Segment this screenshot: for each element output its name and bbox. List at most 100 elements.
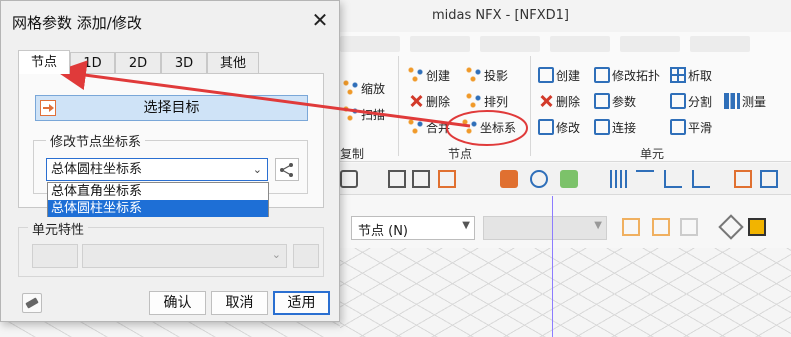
render-mode-icon[interactable] (438, 170, 456, 188)
ribbon-btn-sweep[interactable]: 扫描 (343, 103, 385, 125)
display-icon[interactable] (500, 170, 518, 188)
select-mode-icon[interactable] (680, 218, 698, 236)
ribbon-tab[interactable] (550, 36, 610, 52)
color-icon[interactable] (560, 170, 578, 188)
ribbon-btn-label: 参数 (612, 94, 637, 109)
coord-group-title: 修改节点坐标系 (46, 131, 146, 150)
ribbon-btn-label: 连接 (612, 120, 637, 135)
ribbon-btn-node-create[interactable]: 创建 (408, 64, 450, 86)
dialog-title: 网格参数 添加/修改 (12, 14, 142, 32)
arrange-icon (466, 93, 482, 109)
ribbon-group-label-node: 节点 (448, 147, 473, 161)
coord-system-combo-value: 总体圆柱坐标系 (51, 162, 143, 177)
global-axis-g-icon[interactable] (692, 170, 710, 188)
ribbon-tab[interactable] (690, 36, 750, 52)
eraser-icon[interactable] (22, 293, 42, 313)
modify-topology-icon (594, 67, 610, 83)
cancel-button[interactable]: 取消 (211, 291, 268, 315)
sweep-icon (343, 106, 359, 122)
ribbon-btn-merge[interactable]: 合并 (408, 116, 450, 138)
ribbon-btn-zoom[interactable]: 缩放 (343, 77, 385, 99)
tab-3d[interactable]: 3D (161, 52, 207, 74)
axis-line (552, 196, 553, 337)
modify-icon (538, 119, 554, 135)
select-mode-icon[interactable] (622, 218, 640, 236)
ribbon-btn-connect[interactable]: 连接 (594, 116, 636, 138)
refresh-icon[interactable] (530, 170, 548, 188)
tab-node[interactable]: 节点 (18, 50, 70, 74)
ribbon-btn-label: 测量 (742, 94, 767, 109)
model-viewport[interactable] (330, 248, 791, 337)
node-delete-icon (408, 93, 424, 109)
ribbon-btn-arrange[interactable]: 排列 (466, 90, 508, 112)
tab-other[interactable]: 其他 (207, 52, 259, 74)
ribbon-divider (530, 56, 531, 156)
ribbon-btn-smooth[interactable]: 平滑 (670, 116, 712, 138)
shaded-view-icon[interactable] (412, 170, 430, 188)
ribbon-btn-label: 创建 (556, 68, 581, 83)
iso-view-icon[interactable] (388, 170, 406, 188)
project-icon (466, 67, 482, 83)
ribbon-tab[interactable] (410, 36, 470, 52)
ribbon-btn-label: 分割 (688, 94, 713, 109)
work-plane-icon[interactable] (636, 170, 654, 188)
ribbon-btn-label: 排列 (484, 94, 509, 109)
chevron-down-icon: ⌄ (252, 163, 262, 176)
deselect-icon[interactable] (718, 214, 744, 240)
element-create-icon (538, 67, 554, 83)
connect-icon (594, 119, 610, 135)
filter-select-value: 节点 (N) (358, 224, 409, 239)
ribbon-btn-parameters[interactable]: 参数 (594, 90, 636, 112)
coord-system-action-button[interactable] (275, 158, 299, 181)
secondary-select: ▼ (483, 216, 607, 240)
ribbon-btn-project[interactable]: 投影 (466, 64, 508, 86)
select-mode-icon[interactable] (652, 218, 670, 236)
ribbon-btn-element-create[interactable]: 创建 (538, 64, 580, 86)
ribbon-divider (398, 56, 399, 156)
model-viewport-left[interactable] (0, 320, 340, 337)
measure-icon (724, 93, 740, 109)
dropdown-option-cartesian[interactable]: 总体直角坐标系 (48, 183, 268, 200)
tab-2d[interactable]: 2D (115, 52, 161, 74)
share-nodes-icon (280, 163, 293, 177)
tab-1d[interactable]: 1D (70, 52, 115, 74)
dropdown-option-cylindrical[interactable]: 总体圆柱坐标系 (48, 200, 268, 217)
filter-icon[interactable] (760, 170, 778, 188)
ribbon-btn-modify[interactable]: 修改 (538, 116, 580, 138)
ribbon-btn-modify-topology[interactable]: 修改拓扑 (594, 64, 660, 86)
select-all-icon[interactable] (748, 218, 766, 236)
ribbon-btn-label: 扫描 (361, 107, 386, 122)
ribbon-tab[interactable] (620, 36, 680, 52)
snap-icon[interactable] (734, 170, 752, 188)
ribbon-btn-label: 平滑 (688, 120, 713, 135)
grid-icon[interactable] (610, 170, 628, 188)
apply-button[interactable]: 适用 (273, 291, 330, 315)
close-icon[interactable]: ✕ (306, 7, 334, 33)
local-axis-w-icon[interactable] (664, 170, 682, 188)
coord-system-dropdown: 总体直角坐标系 总体圆柱坐标系 (47, 182, 269, 217)
ribbon-btn-measure[interactable]: 测量 (724, 90, 766, 112)
ribbon-tab[interactable] (480, 36, 540, 52)
ribbon-btn-node-delete[interactable]: 删除 (408, 90, 450, 112)
ribbon-btn-label: 缩放 (361, 81, 386, 96)
ribbon-group-label-copy: 复制 (340, 147, 365, 161)
ribbon-btn-element-delete[interactable]: 删除 (538, 90, 580, 112)
ribbon-btn-extract[interactable]: 析取 (670, 64, 712, 86)
select-arrow-icon (40, 100, 56, 116)
chevron-down-icon: ▼ (462, 220, 470, 231)
split-icon (670, 93, 686, 109)
coord-system-combo[interactable]: 总体圆柱坐标系 ⌄ (46, 158, 268, 181)
select-target-button[interactable]: 选择目标 (35, 95, 308, 121)
ribbon-tab[interactable] (340, 36, 400, 52)
view-cube-icon[interactable] (340, 170, 358, 188)
ribbon-btn-label: 删除 (556, 94, 581, 109)
dialog-tabs: 节点 1D 2D 3D 其他 (18, 50, 318, 74)
smooth-icon (670, 119, 686, 135)
ribbon-btn-coordinate-system[interactable]: 坐标系 (462, 116, 516, 138)
chevron-down-icon: ▼ (594, 220, 602, 231)
coordinate-system-icon (462, 119, 478, 135)
filter-select[interactable]: 节点 (N) ▼ (351, 216, 475, 240)
ribbon-btn-split[interactable]: 分割 (670, 90, 712, 112)
confirm-button[interactable]: 确认 (149, 291, 206, 315)
ribbon-btn-label: 析取 (688, 68, 713, 83)
